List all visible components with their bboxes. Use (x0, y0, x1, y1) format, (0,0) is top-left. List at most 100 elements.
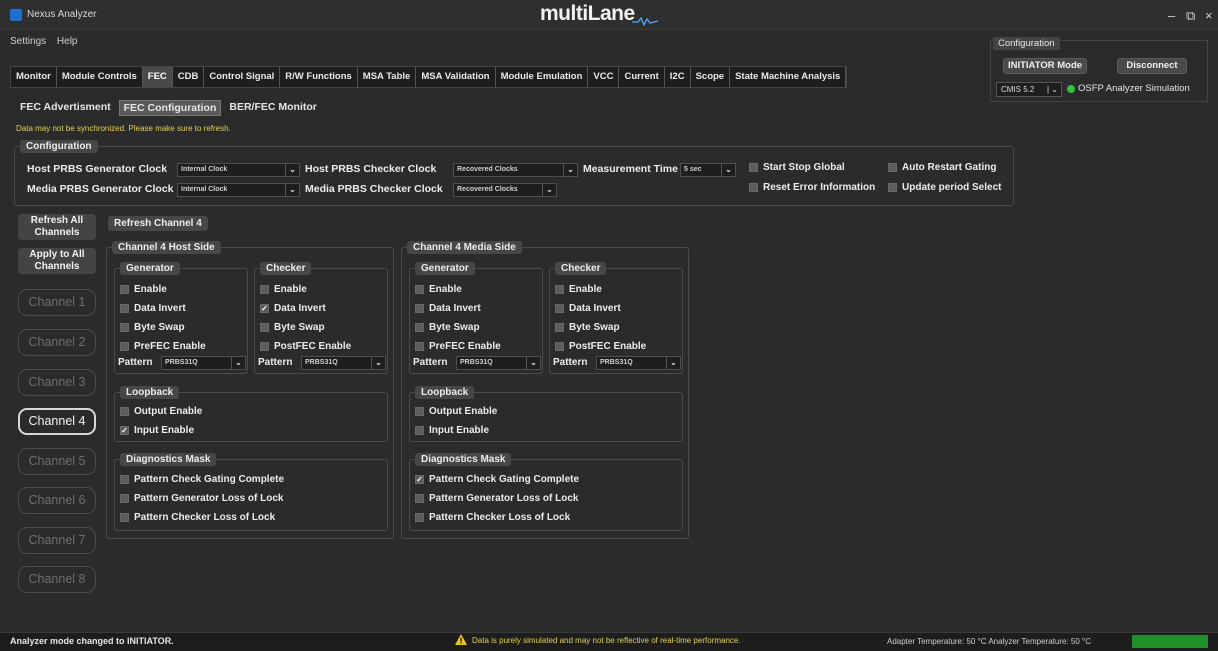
host-checker-fec-enable-checkbox[interactable]: PostFEC Enable (260, 341, 351, 352)
host-gen-clock-select[interactable]: Internal Clock ⌄ (177, 163, 300, 177)
subtab-fec-configuration[interactable]: FEC Configuration (118, 100, 222, 116)
tab-msa-table[interactable]: MSA Table (358, 67, 417, 87)
checkbox-box (555, 342, 564, 351)
reset-error-checkbox[interactable]: Reset Error Information (749, 182, 875, 193)
close-button[interactable]: × (1205, 8, 1213, 23)
initiator-mode-button[interactable]: INITIATOR Mode (1003, 58, 1087, 74)
refresh-channel-button[interactable]: Refresh Channel 4 (108, 216, 208, 231)
host-output-enable-label: Output Enable (134, 406, 203, 417)
minimize-button[interactable]: – (1168, 8, 1175, 23)
host-input-enable-checkbox[interactable]: ✓ Input Enable (120, 425, 194, 436)
tab-control-signal[interactable]: Control Signal (204, 67, 281, 87)
subtab-ber-fec-monitor[interactable]: BER/FEC Monitor (225, 100, 321, 116)
media-gen-clock-value: Internal Clock (181, 186, 228, 193)
host-generator-data-invert-checkbox[interactable]: Data Invert (120, 303, 186, 314)
media-input-enable-checkbox[interactable]: Input Enable (415, 425, 489, 436)
channel-button-6[interactable]: Channel 6 (18, 487, 96, 514)
apply-to-all-channels-button[interactable]: Apply to All Channels (18, 248, 96, 274)
media-generator-enable-checkbox[interactable]: Enable (415, 284, 462, 295)
auto-restart-gating-checkbox[interactable]: Auto Restart Gating (888, 162, 996, 173)
channel-button-1[interactable]: Channel 1 (18, 289, 96, 316)
media-chk-clock-value: Recovered Clocks (457, 186, 518, 193)
cmis-version-select[interactable]: CMIS 5.2 | ⌄ (996, 82, 1062, 97)
tab-current[interactable]: Current (619, 67, 665, 87)
host-generator-enable-checkbox[interactable]: Enable (120, 284, 167, 295)
subtab-fec-advertisment[interactable]: FEC Advertisment (16, 100, 115, 116)
media-chk-clock-select[interactable]: Recovered Clocks ⌄ (453, 183, 557, 197)
host-chk-clock-select[interactable]: Recovered Clocks ⌄ (453, 163, 578, 177)
media-gating-complete-checkbox[interactable]: ✓ Pattern Check Gating Complete (415, 474, 579, 485)
start-stop-global-checkbox[interactable]: Start Stop Global (749, 162, 845, 173)
host-checker-enable-checkbox[interactable]: Enable (260, 284, 307, 295)
tab-cdb[interactable]: CDB (173, 67, 205, 87)
checkbox-box (749, 183, 758, 192)
host-chk-clock-value: Recovered Clocks (457, 166, 518, 173)
host-checker-data-invert-checkbox[interactable]: ✓ Data Invert (260, 303, 326, 314)
media-generator-data-invert-checkbox[interactable]: Data Invert (415, 303, 481, 314)
chevron-down-icon: ⌄ (526, 357, 540, 369)
channel-button-2[interactable]: Channel 2 (18, 329, 96, 356)
checkbox-box (888, 163, 897, 172)
media-chk-lol-checkbox[interactable]: Pattern Checker Loss of Lock (415, 512, 570, 523)
media-generator-fec-enable-checkbox[interactable]: PreFEC Enable (415, 341, 501, 352)
host-checker-byte-swap-checkbox[interactable]: Byte Swap (260, 322, 325, 333)
tab-msa-validation[interactable]: MSA Validation (416, 67, 496, 87)
host-generator-fec-enable-checkbox[interactable]: PreFEC Enable (120, 341, 206, 352)
tab-vcc[interactable]: VCC (588, 67, 620, 87)
tab-monitor[interactable]: Monitor (11, 67, 57, 87)
media-generator-pattern-select[interactable]: PRBS31Q ⌄ (456, 356, 541, 370)
menu-help[interactable]: Help (57, 36, 78, 47)
host-loopback-label: Loopback (120, 386, 180, 399)
media-checker-data-invert-checkbox[interactable]: Data Invert (555, 303, 621, 314)
channel-button-3[interactable]: Channel 3 (18, 369, 96, 396)
media-gen-clock-label: Media PRBS Generator Clock (27, 183, 174, 195)
host-output-enable-checkbox[interactable]: Output Enable (120, 406, 202, 417)
disconnect-button[interactable]: Disconnect (1117, 58, 1187, 74)
tab-module-emulation[interactable]: Module Emulation (496, 67, 589, 87)
media-checker-data-invert-label: Data Invert (569, 303, 621, 314)
host-generator-pattern-select[interactable]: PRBS31Q ⌄ (161, 356, 246, 370)
media-loopback-label: Loopback (415, 386, 475, 399)
measurement-time-select[interactable]: 5 sec ⌄ (680, 163, 736, 177)
host-checker-pattern-select[interactable]: PRBS31Q ⌄ (301, 356, 386, 370)
media-checker-fec-enable-checkbox[interactable]: PostFEC Enable (555, 341, 646, 352)
tab-i2c[interactable]: I2C (665, 67, 691, 87)
checkbox-box (120, 285, 129, 294)
connection-config-label: Configuration (993, 37, 1060, 50)
checkbox-box (888, 183, 897, 192)
cmis-version-value: CMIS 5.2 (1001, 85, 1035, 94)
media-gen-lol-checkbox[interactable]: Pattern Generator Loss of Lock (415, 493, 578, 504)
media-checker-enable-checkbox[interactable]: Enable (555, 284, 602, 295)
channel-button-4[interactable]: Channel 4 (18, 408, 96, 435)
refresh-all-channels-button[interactable]: Refresh All Channels (18, 214, 96, 240)
channel-button-7[interactable]: Channel 7 (18, 527, 96, 554)
sub-tab-bar: FEC Advertisment FEC Configuration BER/FEC… (16, 100, 321, 116)
media-checker-pattern-select[interactable]: PRBS31Q ⌄ (596, 356, 681, 370)
media-generator-byte-swap-checkbox[interactable]: Byte Swap (415, 322, 480, 333)
tab-fec[interactable]: FEC (142, 67, 173, 87)
media-gen-clock-select[interactable]: Internal Clock ⌄ (177, 183, 300, 197)
update-period-checkbox[interactable]: Update period Select (888, 182, 1001, 193)
restore-button[interactable]: ⧉ (1186, 8, 1195, 24)
tab-scope[interactable]: Scope (691, 67, 731, 87)
tab-r-w-functions[interactable]: R/W Functions (280, 67, 358, 87)
status-message: Analyzer mode changed to INITIATOR. (10, 636, 174, 646)
menu-settings[interactable]: Settings (10, 36, 46, 47)
tab-module-controls[interactable]: Module Controls (57, 67, 143, 87)
host-generator-enable-label: Enable (134, 284, 167, 295)
sync-warning: Data may not be synchronized. Please mak… (16, 124, 231, 133)
media-chk-lol-label: Pattern Checker Loss of Lock (429, 512, 571, 523)
host-gating-complete-checkbox[interactable]: Pattern Check Gating Complete (120, 474, 284, 485)
media-checker-pattern-label: Pattern (553, 357, 588, 368)
tab-state-machine-analysis[interactable]: State Machine Analysis (730, 67, 847, 87)
channel-button-8[interactable]: Channel 8 (18, 566, 96, 593)
host-gen-lol-checkbox[interactable]: Pattern Generator Loss of Lock (120, 493, 283, 504)
checkbox-box (120, 342, 129, 351)
host-chk-lol-checkbox[interactable]: Pattern Checker Loss of Lock (120, 512, 275, 523)
media-side-title: Channel 4 Media Side (407, 241, 522, 254)
host-generator-byte-swap-checkbox[interactable]: Byte Swap (120, 322, 185, 333)
media-output-enable-checkbox[interactable]: Output Enable (415, 406, 497, 417)
channel-button-5[interactable]: Channel 5 (18, 448, 96, 475)
media-checker-byte-swap-checkbox[interactable]: Byte Swap (555, 322, 620, 333)
host-generator-pattern-value: PRBS31Q (165, 359, 198, 366)
